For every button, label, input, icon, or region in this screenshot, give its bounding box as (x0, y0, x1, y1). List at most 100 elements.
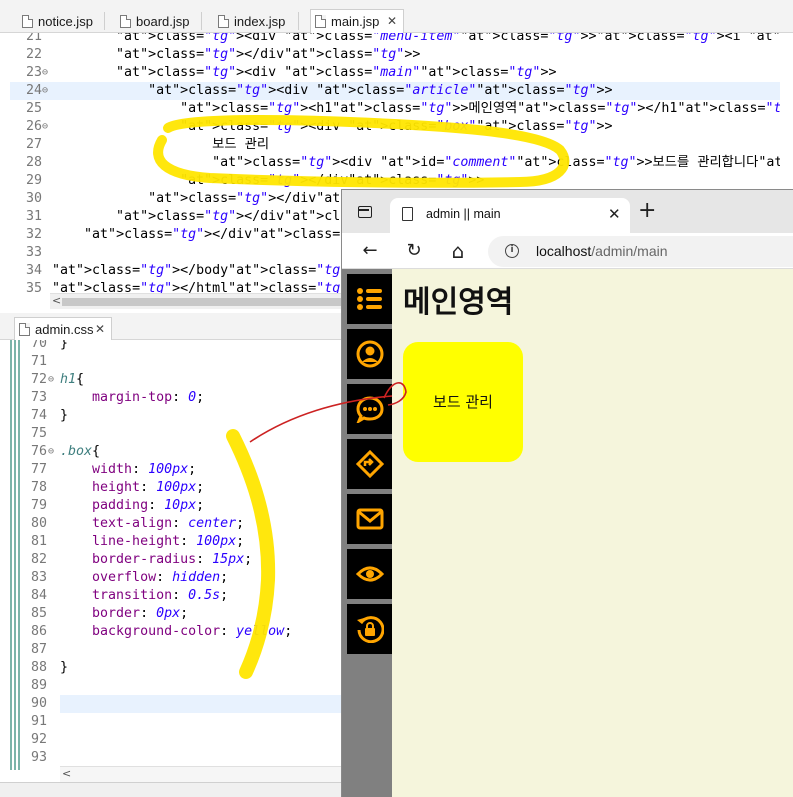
line-number: 88 (30, 660, 47, 675)
browser-tabstrip: admin || main ✕ + (342, 190, 793, 233)
sidebar-item-mail[interactable] (347, 494, 392, 544)
code-line: 91 (22, 713, 342, 731)
close-icon[interactable]: ✕ (95, 318, 105, 341)
fold-toggle-icon[interactable]: ⊖ (48, 371, 54, 389)
line-number: 93 (30, 750, 47, 765)
tab-label: notice.jsp (38, 14, 93, 29)
line-number: 89 (30, 678, 47, 693)
close-icon[interactable]: ✕ (608, 205, 621, 223)
browser-tab[interactable]: admin || main ✕ (390, 198, 630, 233)
back-button[interactable]: ← (358, 239, 382, 263)
address-bar[interactable]: i localhost/admin/main (488, 236, 793, 267)
code-text: .box{ (60, 444, 101, 459)
code-line: 77 width: 100px; (22, 461, 342, 479)
browser-tab-title: admin || main (426, 207, 501, 221)
code-line: 83 overflow: hidden; (22, 569, 342, 587)
code-text: overflow: hidden; (92, 570, 229, 585)
file-icon (218, 15, 229, 28)
page-content: 메인영역 보드 관리 (342, 269, 793, 797)
code-line: 74} (22, 407, 342, 425)
sidebar-item-list[interactable] (347, 274, 392, 324)
editor-tab-board[interactable]: board.jsp (116, 10, 189, 33)
code-line: 84 transition: 0.5s; (22, 587, 342, 605)
close-icon[interactable]: ✕ (387, 10, 397, 33)
fold-toggle-icon[interactable]: ⊖ (42, 82, 48, 100)
editor-tab-index[interactable]: index.jsp (214, 10, 285, 33)
comment-dots-icon (356, 396, 384, 423)
sidebar-item-view[interactable] (347, 549, 392, 599)
url-text[interactable]: localhost/admin/main (536, 243, 668, 259)
tab-actions-icon[interactable] (358, 206, 372, 218)
line-number: 85 (30, 606, 47, 621)
line-number: 87 (30, 642, 47, 657)
line-number: 30 (25, 191, 42, 206)
code-line: 93 (22, 749, 342, 767)
url-path: /admin/main (591, 243, 668, 259)
scroll-left-icon[interactable]: < (62, 767, 71, 780)
line-number: 83 (30, 570, 47, 585)
editor-tabbar: notice.jsp board.jsp index.jsp main.jsp … (0, 0, 793, 33)
code-text: "at">class="tg"><div "at">id="comment""a… (212, 155, 780, 170)
code-line: 73 margin-top: 0; (22, 389, 342, 407)
new-tab-button[interactable]: + (638, 200, 656, 222)
tab-label: index.jsp (234, 14, 286, 29)
line-number: 31 (25, 209, 42, 224)
code-line: 23 ⊖ "at">class="tg"><div "at">class="mai… (10, 64, 780, 82)
code-text: transition: 0.5s; (92, 588, 229, 603)
sidebar-item-user[interactable] (347, 329, 392, 379)
browser-toolbar: ← ↻ ⌂ i localhost/admin/main (342, 233, 793, 269)
code-text: "at">class="tg"></html"at">class="tg">> (52, 281, 364, 293)
line-number: 75 (30, 426, 47, 441)
scroll-thumb[interactable] (62, 298, 352, 306)
sidebar-item-comment[interactable] (347, 384, 392, 434)
home-button[interactable]: ⌂ (446, 239, 470, 263)
sidebar-item-sign[interactable] (347, 439, 392, 489)
code-text: "at">class="tg"><div "at">class="article… (148, 83, 613, 98)
editor-tab-notice[interactable]: notice.jsp (18, 10, 93, 33)
line-number: 71 (30, 354, 47, 369)
reload-button[interactable]: ↻ (402, 239, 426, 263)
line-number: 72 (30, 372, 47, 387)
line-number: 90 (30, 696, 47, 711)
line-number: 73 (30, 390, 47, 405)
line-number: 91 (30, 714, 47, 729)
line-number: 25 (25, 101, 42, 116)
fold-toggle-icon[interactable]: ⊖ (42, 118, 48, 136)
line-number: 84 (30, 588, 47, 603)
horizontal-scrollbar[interactable]: < (60, 766, 343, 782)
line-number: 80 (30, 516, 47, 531)
code-text: } (60, 340, 69, 351)
code-line: 89 (22, 677, 342, 695)
code-text: border-radius: 15px; (92, 552, 253, 567)
code-line: 75 (22, 425, 342, 443)
editor-tab-admin-css[interactable]: admin.css ✕ (14, 317, 112, 340)
line-number: 34 (25, 263, 42, 278)
fold-toggle-icon[interactable]: ⊖ (48, 443, 54, 461)
url-host: localhost (536, 243, 592, 259)
sign-icon (356, 450, 384, 478)
code-text: width: 100px; (92, 462, 197, 477)
fold-toggle-icon[interactable]: ⊖ (42, 64, 48, 82)
code-text: height: 100px; (92, 480, 205, 495)
tab-label: admin.css (35, 322, 94, 337)
css-editor[interactable]: 70} 71 72 ⊖ h1{73 margin-top: 0; 74} 75 76 ⊖ .box… (0, 340, 343, 770)
board-manage-box[interactable]: 보드 관리 (403, 342, 523, 462)
tab-label: board.jsp (136, 14, 190, 29)
code-text: border: 0px; (92, 606, 189, 621)
main-area: 메인영역 보드 관리 (392, 269, 793, 797)
code-text: } (60, 408, 69, 423)
line-number: 78 (30, 480, 47, 495)
code-line: 82 border-radius: 15px; (22, 551, 342, 569)
line-number: 70 (30, 340, 47, 351)
scroll-left-icon[interactable]: < (52, 294, 61, 307)
envelope-icon (356, 508, 384, 530)
sidebar-item-logout[interactable] (347, 604, 392, 654)
code-line: 29 "at">class="tg"></div"at">class="tg">… (10, 172, 780, 190)
info-icon[interactable]: i (505, 244, 519, 258)
line-number: 23 (25, 65, 42, 80)
code-text: h1{ (60, 372, 85, 387)
editor-tab-main[interactable]: main.jsp ✕ (310, 9, 404, 33)
line-number: 79 (30, 498, 47, 513)
file-icon (315, 15, 326, 28)
line-number: 86 (30, 624, 47, 639)
